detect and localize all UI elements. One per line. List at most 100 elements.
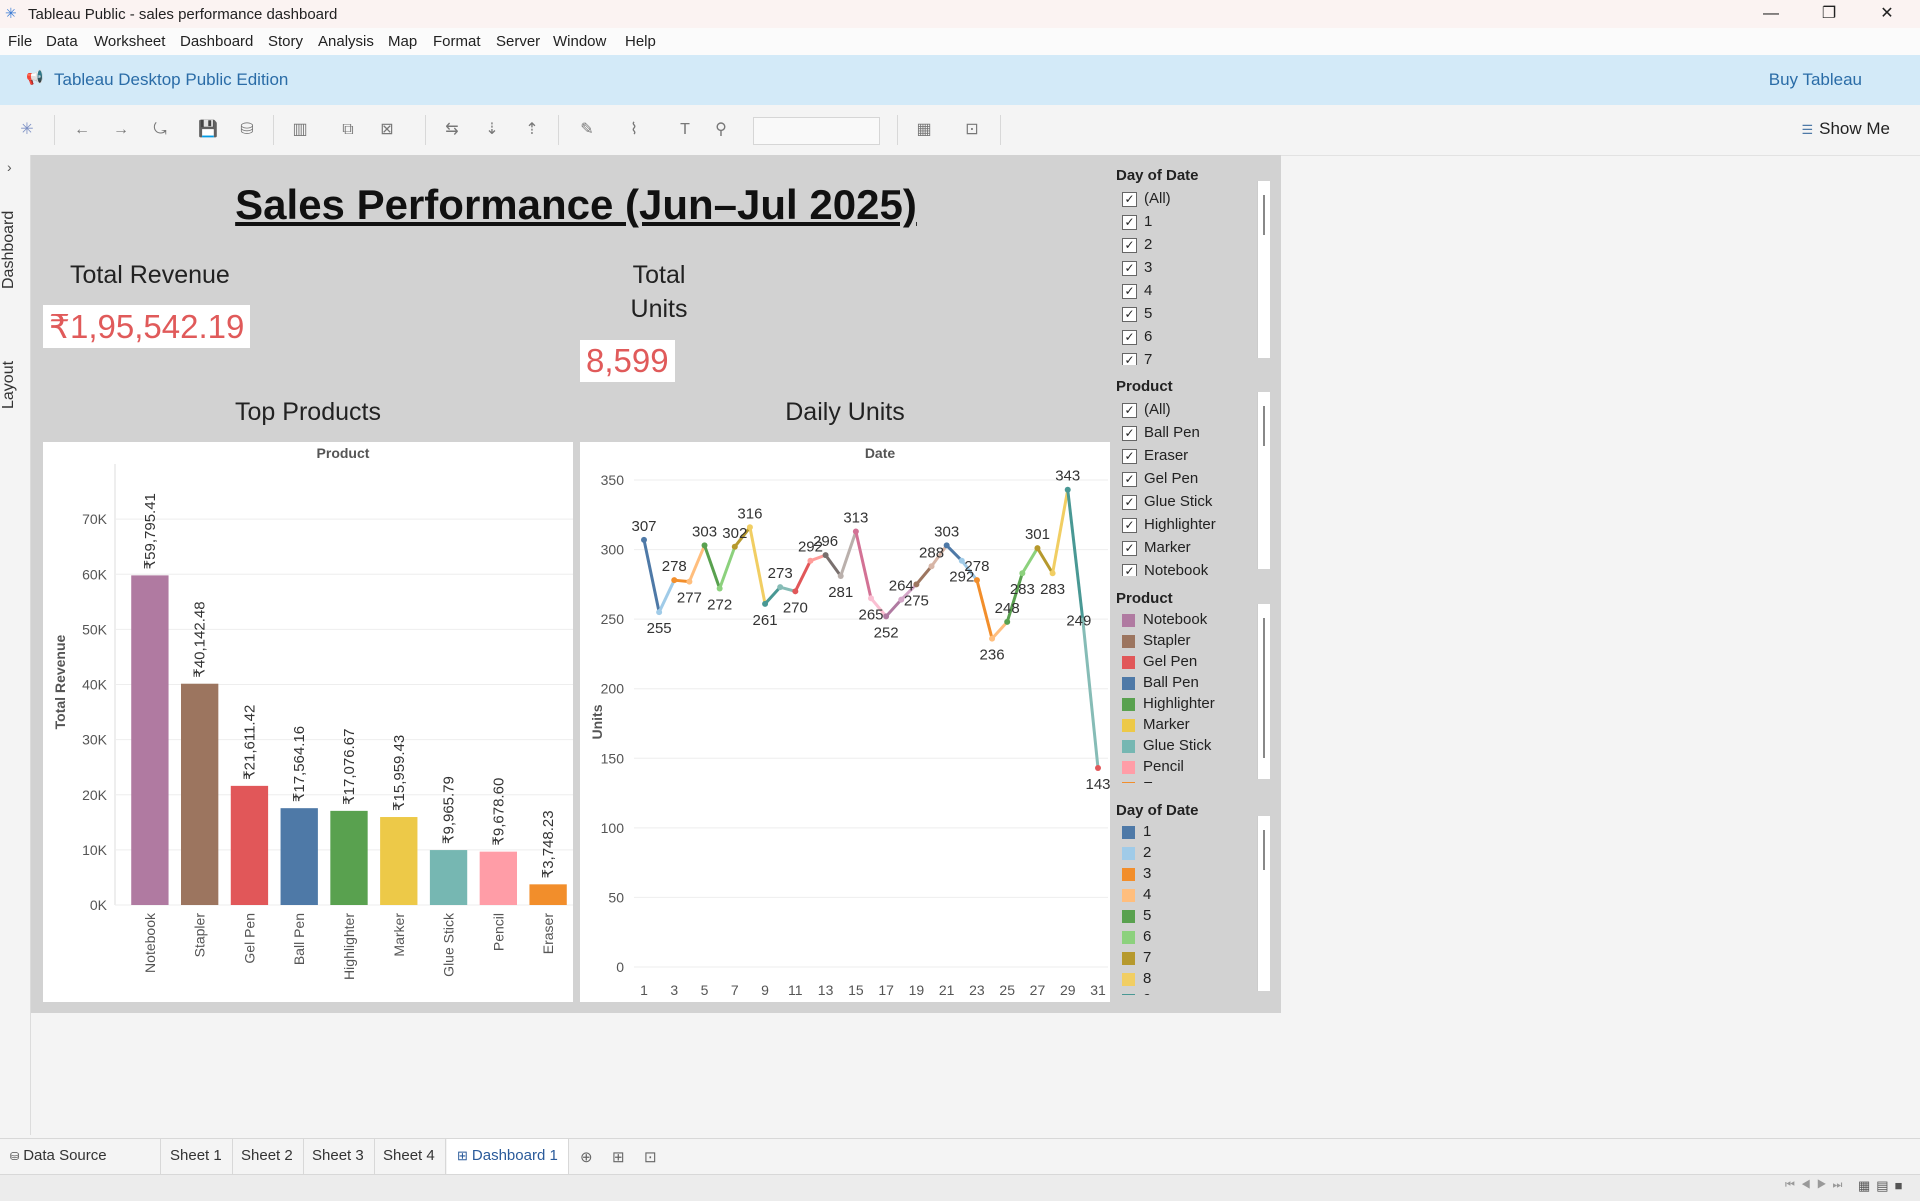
day-filter-item[interactable]: ✓ 7 — [1122, 351, 1152, 365]
daily-units-chart[interactable]: Date Units 0 50 100 150 200 250 300 350 1 3 5 7 9 11 13 1… — [580, 442, 1111, 1002]
day-legend-scrollbar[interactable] — [1257, 816, 1270, 991]
product-legend-item[interactable]: Gel Pen — [1122, 653, 1197, 676]
checkbox[interactable]: ✓ — [1122, 237, 1137, 253]
undo-icon[interactable]: ← — [72, 120, 92, 140]
checkbox[interactable]: ✓ — [1122, 191, 1137, 207]
presentation-mode-icon[interactable]: ⊡ — [962, 120, 982, 140]
product-legend-item[interactable]: Pencil — [1122, 758, 1184, 781]
sheet-nav-arrows-icon[interactable]: ⏮◀▶⏭ — [1785, 1179, 1848, 1192]
product-filter-item[interactable]: ✓ (All) — [1122, 401, 1171, 424]
tab-sheet-3[interactable]: Sheet 3 — [302, 1139, 375, 1175]
view-mode-icons[interactable]: ▦▤■ — [1858, 1178, 1908, 1194]
checkbox[interactable]: ✓ — [1122, 517, 1137, 533]
fit-dropdown[interactable] — [753, 117, 880, 145]
day-legend-item[interactable]: 5 — [1122, 907, 1151, 930]
save-icon[interactable]: 💾 — [198, 120, 218, 140]
checkbox[interactable]: ✓ — [1122, 402, 1137, 418]
day-filter-item[interactable]: ✓ 1 — [1122, 213, 1152, 236]
checkbox[interactable]: ✓ — [1122, 306, 1137, 322]
tab-dashboard-1[interactable]: ⊞ Dashboard 1 — [447, 1139, 569, 1178]
menu-story[interactable]: Story — [268, 33, 303, 50]
show-me-button[interactable]: ☰ Show Me — [1801, 119, 1890, 139]
day-filter-item[interactable]: ✓ 5 — [1122, 305, 1152, 328]
day-filter-scrollbar[interactable] — [1257, 181, 1270, 358]
checkbox[interactable]: ✓ — [1122, 494, 1137, 510]
minimize-button[interactable]: — — [1742, 0, 1800, 28]
product-legend-item[interactable]: Highlighter — [1122, 695, 1215, 718]
menu-data[interactable]: Data — [46, 33, 78, 50]
product-filter-item[interactable]: ✓ Gel Pen — [1122, 470, 1198, 493]
product-filter-item[interactable]: ✓ Notebook — [1122, 562, 1208, 576]
menu-map[interactable]: Map — [388, 33, 417, 50]
tab-dashboard-pane[interactable]: Dashboard — [0, 205, 30, 295]
menu-help[interactable]: Help — [625, 33, 656, 50]
checkbox[interactable]: ✓ — [1122, 471, 1137, 487]
day-filter-item[interactable]: ✓ 4 — [1122, 282, 1152, 305]
product-filter-item[interactable]: ✓ Ball Pen — [1122, 424, 1200, 447]
sort-ascending-icon[interactable]: ⇣ — [482, 120, 502, 140]
day-legend-item[interactable]: 8 — [1122, 970, 1151, 993]
checkbox[interactable]: ✓ — [1122, 352, 1137, 365]
day-legend-item[interactable]: 1 — [1122, 823, 1151, 846]
day-filter-item[interactable]: ✓ 6 — [1122, 328, 1152, 351]
tab-sheet-1[interactable]: Sheet 1 — [160, 1139, 233, 1175]
checkbox[interactable]: ✓ — [1122, 540, 1137, 556]
restore-button[interactable]: ❐ — [1800, 0, 1858, 28]
product-legend-item[interactable]: Eraser — [1122, 779, 1187, 783]
product-legend-scrollbar[interactable] — [1257, 604, 1270, 779]
checkbox[interactable]: ✓ — [1122, 425, 1137, 441]
close-button[interactable]: ✕ — [1858, 0, 1916, 28]
show-cards-icon[interactable]: ▦ — [914, 120, 934, 140]
product-legend-item[interactable]: Ball Pen — [1122, 674, 1199, 697]
buy-tableau-link[interactable]: Buy Tableau — [1769, 70, 1862, 90]
expand-chevron-icon[interactable]: › — [7, 159, 12, 175]
pin-icon[interactable]: ⚲ — [711, 120, 731, 140]
product-filter-item[interactable]: ✓ Eraser — [1122, 447, 1188, 470]
redo-icon[interactable]: → — [111, 120, 131, 140]
product-filter-item[interactable]: ✓ Marker — [1122, 539, 1191, 562]
menu-dashboard[interactable]: Dashboard — [180, 33, 253, 50]
product-filter-item[interactable]: ✓ Glue Stick — [1122, 493, 1212, 516]
day-filter-item[interactable]: ✓ 2 — [1122, 236, 1152, 259]
product-legend-item[interactable]: Marker — [1122, 716, 1190, 739]
clear-sheet-icon[interactable]: ⊠ — [377, 120, 397, 140]
tab-sheet-2[interactable]: Sheet 2 — [231, 1139, 304, 1175]
menu-file[interactable]: File — [8, 33, 32, 50]
day-legend-item[interactable]: 2 — [1122, 844, 1151, 867]
swap-rows-columns-icon[interactable]: ⇆ — [442, 120, 462, 140]
duplicate-sheet-icon[interactable]: ⧉ — [338, 120, 358, 140]
product-filter-item[interactable]: ✓ Highlighter — [1122, 516, 1216, 539]
product-legend-item[interactable]: Glue Stick — [1122, 737, 1211, 760]
top-products-chart[interactable]: Product Total Revenue 0K 10K 20K 30K 40K 50K 60K… — [43, 442, 573, 1002]
group-members-icon[interactable]: ⌇ — [624, 120, 644, 140]
day-legend-item[interactable]: 6 — [1122, 928, 1151, 951]
menu-format[interactable]: Format — [433, 33, 481, 50]
day-legend-item[interactable]: 3 — [1122, 865, 1151, 888]
checkbox[interactable]: ✓ — [1122, 260, 1137, 276]
product-filter-scrollbar[interactable] — [1257, 392, 1270, 569]
checkbox[interactable]: ✓ — [1122, 283, 1137, 299]
checkbox[interactable]: ✓ — [1122, 563, 1137, 576]
menu-window[interactable]: Window — [553, 33, 606, 50]
day-legend-item[interactable]: 4 — [1122, 886, 1151, 909]
checkbox[interactable]: ✓ — [1122, 448, 1137, 464]
sort-descending-icon[interactable]: ⇡ — [522, 120, 542, 140]
tab-sheet-4[interactable]: Sheet 4 — [373, 1139, 446, 1175]
day-legend-item[interactable]: 7 — [1122, 949, 1151, 972]
tableau-home-icon[interactable]: ✳ — [17, 120, 37, 140]
tab-layout-pane[interactable]: Layout — [0, 350, 30, 420]
show-mark-labels-icon[interactable]: T — [675, 120, 695, 140]
new-data-source-icon[interactable]: ⛁ — [237, 120, 257, 140]
day-filter-item[interactable]: ✓ (All) — [1122, 190, 1171, 213]
day-legend-item[interactable]: 9 — [1122, 991, 1151, 995]
tab-data-source[interactable]: ⛁ Data Source — [0, 1139, 161, 1175]
checkbox[interactable]: ✓ — [1122, 214, 1137, 230]
new-worksheet-icon[interactable]: ▥ — [290, 120, 310, 140]
new-worksheet-tab-icon[interactable]: ⊕ — [580, 1148, 593, 1166]
replace-data-icon[interactable]: ⤿ — [150, 120, 170, 140]
highlight-icon[interactable]: ✎ — [577, 120, 597, 140]
menu-server[interactable]: Server — [496, 33, 540, 50]
new-dashboard-tab-icon[interactable]: ⊞ — [612, 1148, 625, 1166]
product-legend-item[interactable]: Stapler — [1122, 632, 1191, 655]
menu-worksheet[interactable]: Worksheet — [94, 33, 165, 50]
